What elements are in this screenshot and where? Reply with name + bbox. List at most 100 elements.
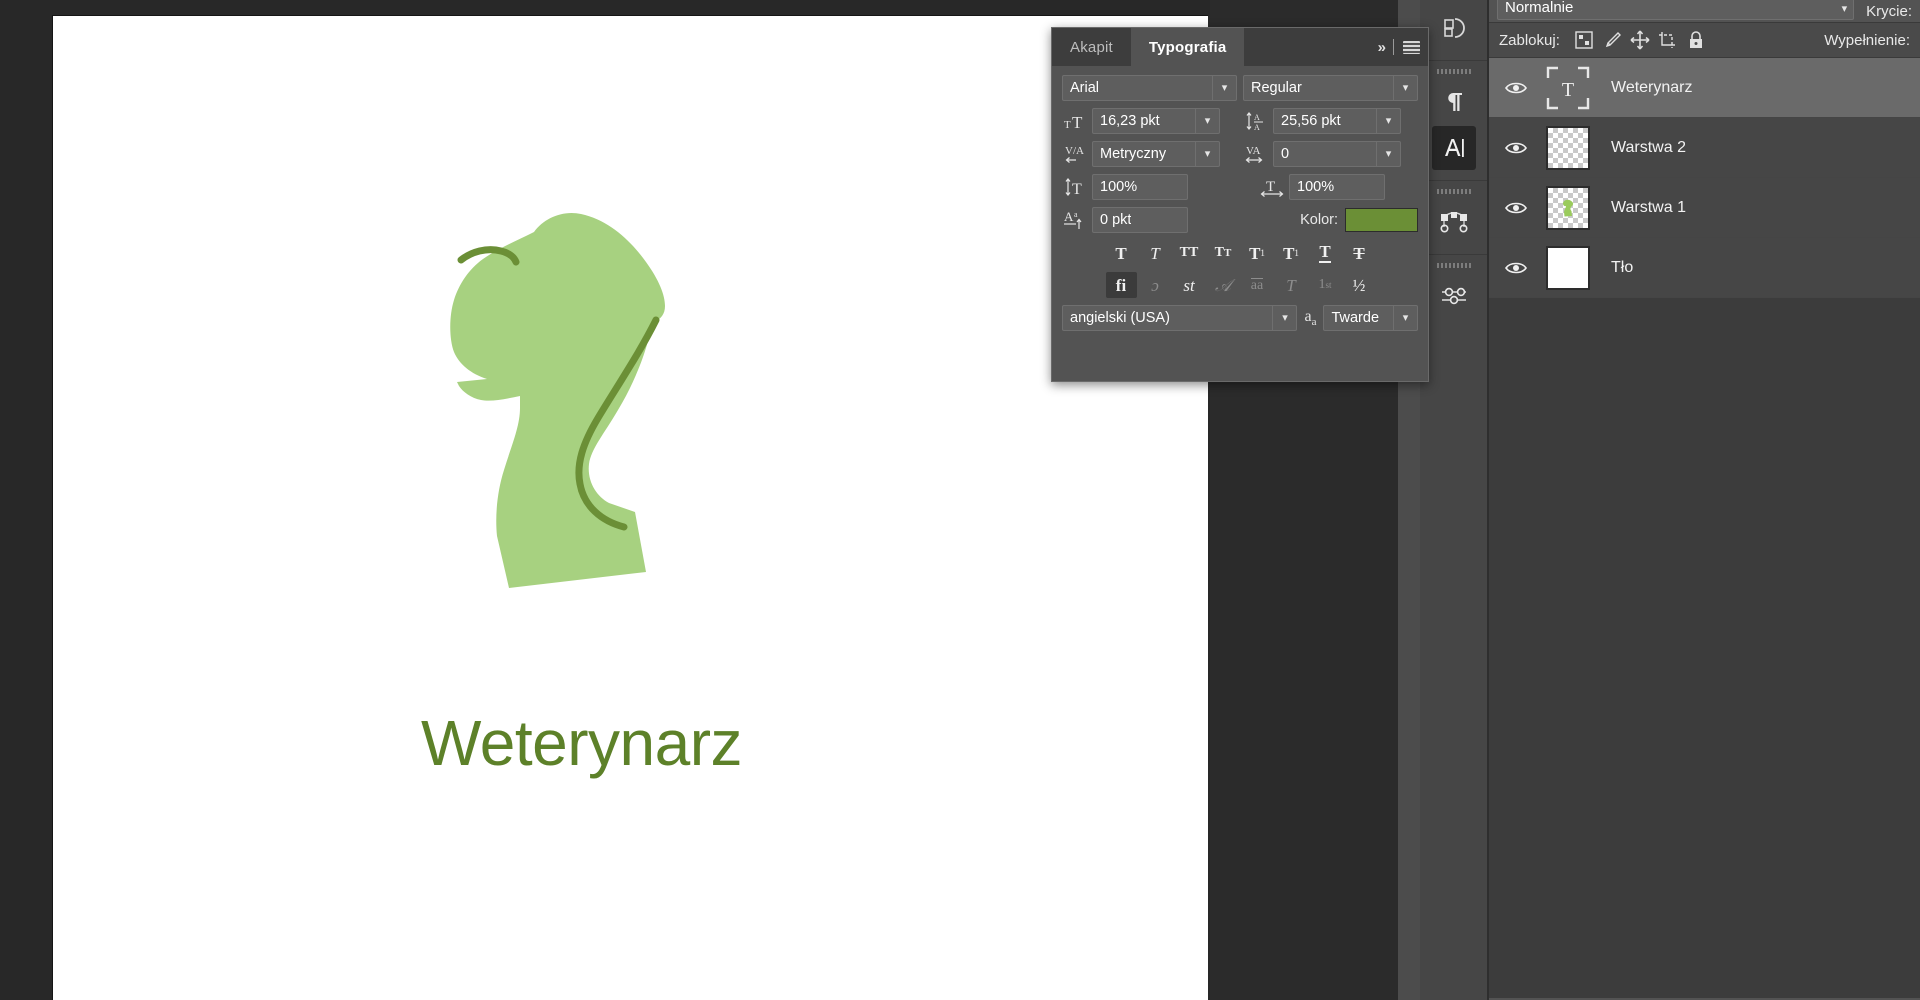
vertical-scale-value: 100% xyxy=(1100,179,1138,195)
kerning-field[interactable]: Metryczny ▾ xyxy=(1092,141,1220,167)
scale-row: T 100% T 100% xyxy=(1062,174,1418,200)
wordmark-text[interactable]: Weterynarz xyxy=(421,706,743,780)
chevron-down-icon[interactable]: ▾ xyxy=(1272,306,1296,330)
tab-typografia-label: Typografia xyxy=(1148,38,1227,56)
rail-grip[interactable] xyxy=(1436,69,1471,74)
vet-dog-logo-artwork xyxy=(450,212,665,588)
chevron-down-icon[interactable]: ▾ xyxy=(1195,109,1219,133)
subscript-button[interactable]: T1 xyxy=(1276,240,1307,266)
layer-row-tlo[interactable]: Tło xyxy=(1489,238,1920,298)
bezier-path-icon[interactable] xyxy=(1432,200,1476,244)
document-canvas[interactable]: Weterynarz xyxy=(52,15,1208,1000)
font-family-field[interactable]: Arial ▾ xyxy=(1062,75,1237,101)
lock-all-icon[interactable] xyxy=(1682,28,1710,52)
leading-cell: A A 25,56 pkt ▾ xyxy=(1243,108,1418,134)
font-size-icon: T T xyxy=(1062,109,1089,133)
typography-panel-tabs: Akapit Typografia » xyxy=(1052,28,1428,66)
layer-visibility-toggle[interactable] xyxy=(1495,260,1537,276)
strikethrough-button[interactable]: T xyxy=(1344,240,1375,266)
layer-visibility-toggle[interactable] xyxy=(1495,140,1537,156)
rail-grip[interactable] xyxy=(1436,263,1471,268)
path-operations-icon[interactable] xyxy=(1432,6,1476,50)
baseline-shift-field[interactable]: 0 pkt xyxy=(1092,207,1188,233)
lock-image-pixels-icon[interactable] xyxy=(1598,28,1626,52)
layer-thumbnail[interactable] xyxy=(1537,125,1599,170)
tab-akapit[interactable]: Akapit xyxy=(1052,28,1131,66)
kerning-icon: V/A xyxy=(1062,142,1089,166)
artboard: Weterynarz xyxy=(53,16,1209,1000)
layer-row-warstwa-1[interactable]: Warstwa 1 xyxy=(1489,178,1920,238)
rail-group-adjust xyxy=(1420,254,1487,328)
font-family-cell: Arial ▾ xyxy=(1062,75,1237,101)
eye-icon xyxy=(1505,82,1527,93)
horizontal-scale-field[interactable]: 100% xyxy=(1289,174,1385,200)
tracking-field[interactable]: 0 ▾ xyxy=(1273,141,1401,167)
ordinals-button[interactable]: 1st xyxy=(1310,272,1341,298)
leading-field[interactable]: 25,56 pkt ▾ xyxy=(1273,108,1401,134)
layer-visibility-toggle[interactable] xyxy=(1495,200,1537,216)
language-field[interactable]: angielski (USA) ▾ xyxy=(1062,305,1298,331)
rail-grip[interactable] xyxy=(1436,189,1471,194)
chevron-down-icon[interactable]: ▾ xyxy=(1393,76,1417,100)
svg-text:T: T xyxy=(1266,179,1275,195)
tracking-cell: VA 0 ▾ xyxy=(1243,141,1418,167)
layer-row-weterynarz[interactable]: T Weterynarz xyxy=(1489,58,1920,118)
faux-bold-button[interactable]: T xyxy=(1106,240,1137,266)
layer-thumbnail[interactable] xyxy=(1537,245,1599,290)
discretionary-ligatures-button[interactable]: st xyxy=(1174,272,1205,298)
paragraph-pilcrow-icon[interactable] xyxy=(1432,80,1476,124)
titling-alternates-button[interactable]: T xyxy=(1276,272,1307,298)
layer-name: Weterynarz xyxy=(1611,78,1693,96)
layer-row-warstwa-2[interactable]: Warstwa 2 xyxy=(1489,118,1920,178)
sliders-adjustments-icon[interactable] xyxy=(1432,274,1476,318)
antialias-method-value: Twarde xyxy=(1331,310,1380,326)
svg-text:a: a xyxy=(1074,210,1078,219)
lock-transparent-pixels-icon[interactable] xyxy=(1570,28,1598,52)
chevron-down-icon[interactable]: ▾ xyxy=(1376,142,1400,166)
text-frame-icon: T xyxy=(1546,66,1590,109)
eye-icon xyxy=(1505,262,1527,273)
panel-menu-icon[interactable] xyxy=(1403,40,1420,54)
text-color-swatch[interactable] xyxy=(1345,208,1418,232)
swash-button[interactable]: 𝒜 xyxy=(1208,272,1239,298)
collapse-chevrons-icon[interactable]: » xyxy=(1378,39,1386,56)
old-style-button[interactable]: aa xyxy=(1242,272,1273,298)
faux-italic-button[interactable]: T xyxy=(1140,240,1171,266)
superscript-button[interactable]: T1 xyxy=(1242,240,1273,266)
font-style-field[interactable]: Regular ▾ xyxy=(1243,75,1418,101)
svg-text:T: T xyxy=(1562,79,1574,101)
lock-position-icon[interactable] xyxy=(1626,28,1654,52)
vertical-scale-field[interactable]: 100% xyxy=(1092,174,1188,200)
svg-text:VA: VA xyxy=(1246,145,1261,157)
svg-text:T: T xyxy=(1072,113,1083,131)
chevron-down-icon[interactable]: ▾ xyxy=(1393,306,1417,330)
layer-name: Warstwa 1 xyxy=(1611,198,1686,216)
font-size-field[interactable]: 16,23 pkt ▾ xyxy=(1092,108,1220,134)
lock-row: Zablokuj: Wypełnienie: xyxy=(1489,22,1920,58)
contextual-alternates-button[interactable]: ɔ xyxy=(1140,272,1171,298)
layer-thumbnail[interactable]: T xyxy=(1537,66,1599,110)
chevron-down-icon[interactable]: ▾ xyxy=(1376,109,1400,133)
mini-logo-icon xyxy=(1563,199,1574,216)
fractions-button[interactable]: ½ xyxy=(1344,272,1375,298)
standard-ligatures-button[interactable]: fi xyxy=(1105,272,1137,298)
layer-visibility-toggle[interactable] xyxy=(1495,80,1537,96)
layer-thumbnail[interactable] xyxy=(1537,185,1599,230)
layers-panel-empty-area xyxy=(1489,298,1920,998)
svg-text:V/A: V/A xyxy=(1065,145,1084,157)
chevron-down-icon[interactable]: ▾ xyxy=(1195,142,1219,166)
small-caps-button[interactable]: TT xyxy=(1208,240,1239,266)
all-caps-button[interactable]: TT xyxy=(1174,240,1205,266)
chevron-down-icon[interactable]: ▾ xyxy=(1212,76,1236,100)
opentype-toggles-row-2: fi ɔ st 𝒜 aa T 1st ½ xyxy=(1062,272,1418,298)
panel-icon-rail xyxy=(1420,0,1488,1000)
lock-artboard-nesting-icon[interactable] xyxy=(1654,28,1682,52)
antialias-method-field[interactable]: Twarde ▾ xyxy=(1323,305,1418,331)
tab-typografia[interactable]: Typografia xyxy=(1130,28,1245,66)
empty-transparent-thumbnail xyxy=(1546,125,1590,170)
chevron-down-icon[interactable]: ▾ xyxy=(1842,0,1848,16)
character-type-icon[interactable] xyxy=(1431,126,1476,170)
underline-button[interactable]: T xyxy=(1310,240,1341,266)
blend-mode-field[interactable]: Normalnie ▾ xyxy=(1497,0,1855,20)
eye-icon xyxy=(1505,142,1527,153)
